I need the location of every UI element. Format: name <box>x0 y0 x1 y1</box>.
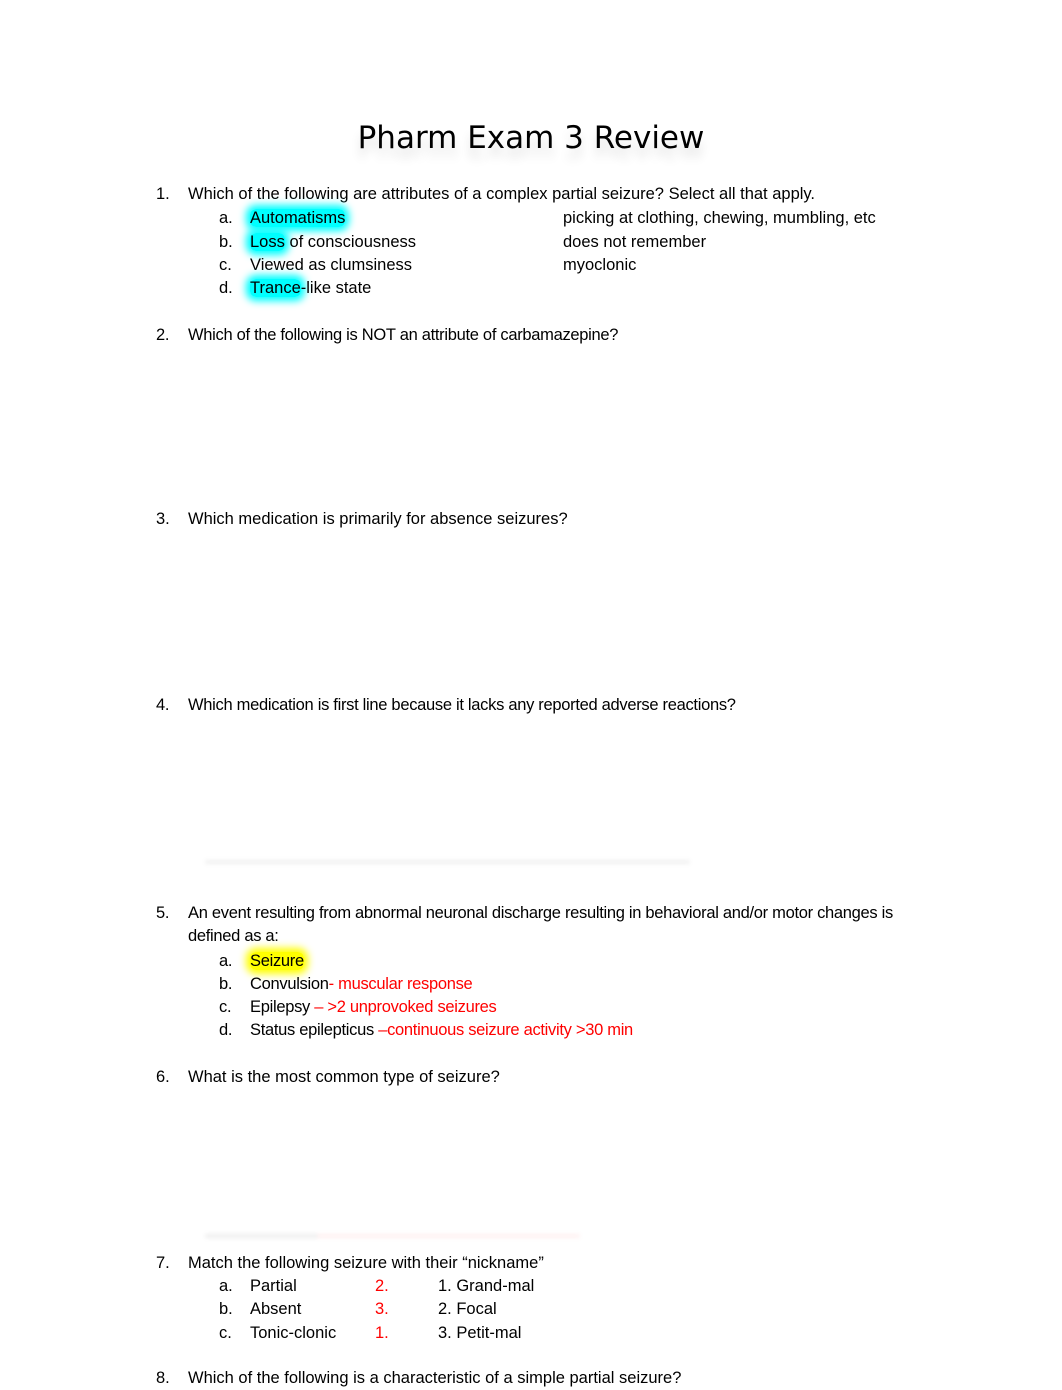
question-number: 1. <box>156 185 170 203</box>
option-letter: d. <box>219 1021 233 1039</box>
highlighted-answer: Loss <box>250 233 285 251</box>
option-label: Viewed as clumsiness <box>250 256 413 274</box>
question-number: 5. <box>156 904 170 922</box>
faded-text-artifact <box>205 860 690 864</box>
highlighted-answer: Automatisms <box>250 209 346 227</box>
option-note: –continuous seizure activity >30 min <box>378 1021 633 1039</box>
option-label: Absent <box>250 1300 302 1318</box>
match-answer: 2. <box>375 1277 389 1295</box>
option-letter: b. <box>219 1300 233 1318</box>
question-text: Which of the following is NOT an attribu… <box>188 326 619 344</box>
nickname: 1. Grand-mal <box>438 1277 535 1295</box>
option-note: – >2 unprovoked seizures <box>314 998 497 1016</box>
option-label: Convulsion <box>250 975 329 993</box>
question-number: 4. <box>156 696 170 714</box>
option-note: myoclonic <box>563 256 637 274</box>
option-letter: c. <box>219 998 232 1016</box>
nickname: 3. Petit-mal <box>438 1324 522 1342</box>
question-number: 2. <box>156 326 170 344</box>
option-letter: c. <box>219 256 232 274</box>
question-text: Match the following seizure with their “… <box>188 1254 544 1272</box>
option-letter: b. <box>219 233 233 251</box>
document-title: Pharm Exam 3 Review <box>357 120 705 156</box>
faded-text-artifact <box>205 1234 580 1238</box>
question-number: 6. <box>156 1068 170 1086</box>
question-number: 3. <box>156 510 170 528</box>
option-label: Status epilepticus <box>250 1021 379 1039</box>
question-text: What is the most common type of seizure? <box>188 1068 500 1086</box>
nickname: 2. Focal <box>438 1300 497 1318</box>
option-letter: a. <box>219 952 233 970</box>
option-letter: a. <box>219 209 233 227</box>
question-text: An event resulting from abnormal neurona… <box>188 904 893 945</box>
option-letter: d. <box>219 279 233 297</box>
option-letter: b. <box>219 975 233 993</box>
option-label: Partial <box>250 1277 297 1295</box>
option-note: - muscular response <box>328 975 473 993</box>
highlighted-answer: Seizure <box>250 952 304 970</box>
option-note: does not remember <box>563 233 707 251</box>
question-text: Which of the following are attributes of… <box>188 185 816 203</box>
option-label: Epilepsy <box>250 998 315 1016</box>
question-number: 8. <box>156 1369 170 1387</box>
option-letter: c. <box>219 1324 232 1342</box>
question-text: Which medication is first line because i… <box>188 696 736 714</box>
question-number: 7. <box>156 1254 170 1272</box>
option-label: Tonic-clonic <box>250 1324 337 1342</box>
question-text: Which of the following is a characterist… <box>188 1369 682 1387</box>
option-letter: a. <box>219 1277 233 1295</box>
question-text: Which medication is primarily for absenc… <box>188 510 568 528</box>
match-answer: 3. <box>375 1300 389 1318</box>
highlighted-answer: Trance <box>250 279 301 297</box>
option-note: picking at clothing, chewing, mumbling, … <box>563 209 876 227</box>
match-answer: 1. <box>375 1324 389 1342</box>
document-page: Pharm Exam 3 Review 1. Which of the foll… <box>0 0 1062 1387</box>
